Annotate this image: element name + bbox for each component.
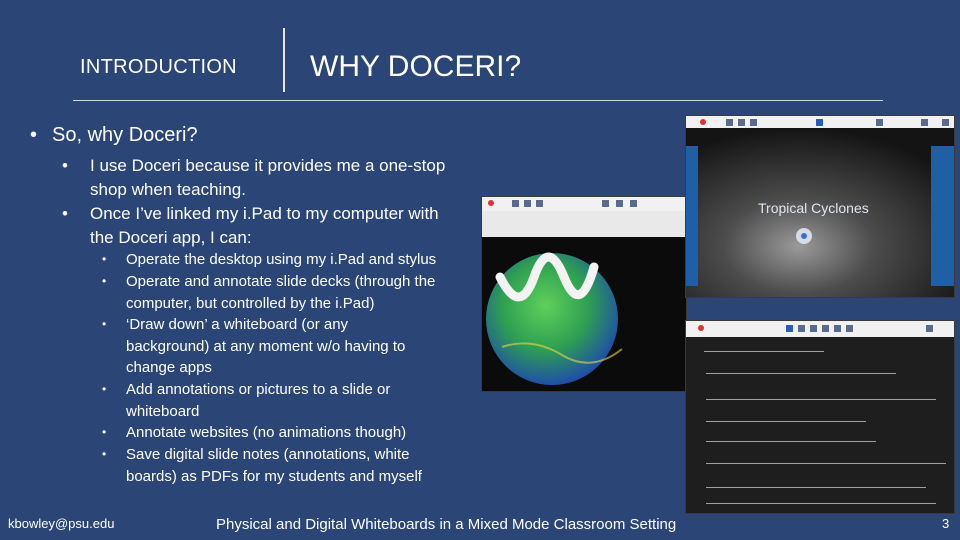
- whiteboard-screenshot: [685, 320, 955, 514]
- bullet-item-5-line-1: Annotate websites (no animations though): [126, 424, 407, 441]
- bullet-sub-2-line-1: Once I’ve linked my i.Pad to my computer…: [90, 204, 439, 223]
- bullet-item-6: • Save digital slide notes (annotations,…: [102, 444, 422, 487]
- globe-icon: [482, 237, 686, 391]
- bullet-dot: •: [62, 204, 68, 223]
- bullet-sub-2-line-2: the Doceri app, I can:: [90, 228, 252, 247]
- bullet-item-2-line-2: computer, but controlled by the i.Pad): [126, 294, 375, 312]
- bullet-sub-2: • Once I’ve linked my i.Pad to my comput…: [62, 202, 439, 250]
- bullet-item-4: • Add annotations or pictures to a slide…: [102, 379, 391, 422]
- bullet-item-3-line-2: background) at any moment w/o having to: [126, 337, 406, 355]
- bullet-sub-1-line-2: shop when teaching.: [90, 180, 246, 199]
- bullet-item-6-line-2: boards) as PDFs for my students and myse…: [126, 467, 422, 485]
- bullet-sub-1: • I use Doceri because it provides me a …: [62, 154, 446, 202]
- doceri-toolbar: [686, 116, 954, 128]
- header-divider: [283, 28, 285, 92]
- bullet-dot: •: [102, 447, 107, 461]
- bullet-item-3: • ‘Draw down’ a whiteboard (or any backg…: [102, 314, 406, 379]
- footer-title: Physical and Digital Whiteboards in a Mi…: [216, 516, 677, 533]
- bullet-item-2: • Operate and annotate slide decks (thro…: [102, 271, 436, 314]
- header-rule: [73, 100, 883, 101]
- bullet-sub-1-line-1: I use Doceri because it provides me a on…: [90, 156, 446, 175]
- section-label: INTRODUCTION: [80, 56, 237, 78]
- cyclone-slide-title: Tropical Cyclones: [758, 200, 869, 216]
- bullet-dot: •: [102, 425, 107, 439]
- page-number: 3: [942, 516, 950, 531]
- bullet-dot: •: [102, 252, 107, 266]
- bullet-item-5: • Annotate websites (no animations thoug…: [102, 422, 407, 444]
- doceri-toolbar: [686, 321, 954, 337]
- browser-toolbar: [482, 211, 686, 237]
- bullet-main-text: So, why Doceri?: [52, 124, 198, 146]
- bullet-dot: •: [62, 156, 68, 175]
- bullet-item-1: • Operate the desktop using my i.Pad and…: [102, 249, 437, 271]
- bullet-dot: •: [102, 317, 107, 331]
- cyclone-slide-screenshot: Tropical Cyclones: [685, 115, 955, 298]
- bullet-dot: •: [102, 382, 107, 396]
- bullet-item-4-line-2: whiteboard: [126, 402, 200, 420]
- bullet-item-2-line-1: Operate and annotate slide decks (throug…: [126, 273, 436, 290]
- bullet-item-6-line-1: Save digital slide notes (annotations, w…: [126, 446, 410, 463]
- bullet-item-1-line-1: Operate the desktop using my i.Pad and s…: [126, 251, 437, 268]
- bullet-item-3-line-3: change apps: [126, 359, 212, 376]
- bullet-item-3-line-1: ‘Draw down’ a whiteboard (or any: [126, 316, 349, 333]
- globe-website-screenshot: [481, 196, 687, 392]
- bullet-item-4-line-1: Add annotations or pictures to a slide o…: [126, 381, 391, 398]
- footer-email: kbowley@psu.edu: [8, 516, 115, 531]
- bullet-dot: •: [102, 274, 107, 288]
- bullet-dot: •: [30, 124, 38, 146]
- slide-title: WHY DOCERI?: [310, 50, 522, 83]
- doceri-toolbar: [482, 197, 686, 211]
